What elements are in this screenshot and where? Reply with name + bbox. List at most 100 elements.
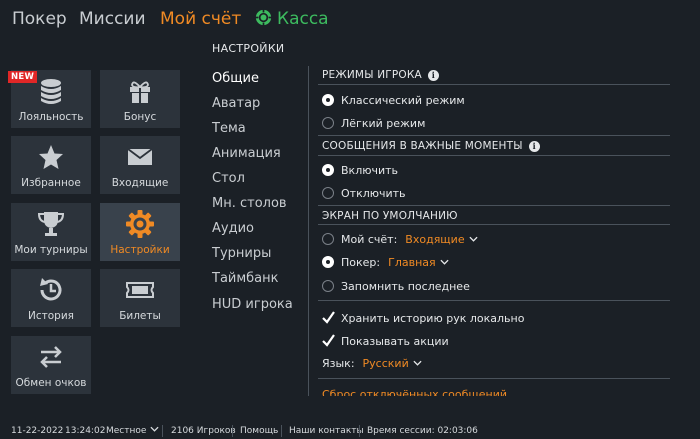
option-label: Отключить [341, 187, 406, 200]
radio-empty-icon [322, 187, 334, 199]
tile-label: Бонус [123, 111, 157, 123]
tile-label: Билеты [119, 310, 161, 322]
checkbox-save-hand-history[interactable]: Хранить историю рук локально [322, 311, 524, 325]
separator [359, 425, 360, 437]
radio-empty-icon [322, 233, 334, 245]
nav-cashier-label: Касса [277, 9, 329, 29]
gear-icon [100, 210, 180, 238]
radio-enable-messages[interactable]: Включить [322, 164, 398, 177]
menu-item-table[interactable]: Стол [212, 171, 245, 186]
player-modes-title-text: РЕЖИМЫ ИГРОКА [322, 69, 422, 81]
option-label: Покер: [341, 256, 381, 269]
envelope-icon [100, 143, 180, 171]
option-label: Хранить историю рук локально [341, 312, 525, 325]
status-date: 11-22-2022 [11, 426, 64, 436]
radio-empty-icon [322, 280, 334, 292]
menu-item-avatar[interactable]: Аватар [212, 96, 260, 111]
divider [318, 378, 670, 379]
option-label: Мой счёт: [341, 233, 398, 246]
info-icon[interactable]: i [427, 70, 439, 81]
checkmark-icon [322, 311, 335, 324]
important-messages-title: СООБЩЕНИЯ В ВАЖНЫЕ МОМЕНТЫ i [322, 140, 540, 152]
divider [318, 205, 670, 206]
tile-label: История [28, 310, 74, 322]
top-navigation: Покер Миссии Мой счёт Касса [0, 0, 700, 40]
tile-points-exchange[interactable]: Обмен очков [11, 336, 91, 394]
tile-tickets[interactable]: Билеты [100, 269, 180, 327]
menu-item-general[interactable]: Общие [212, 71, 259, 86]
divider [308, 66, 309, 396]
exchange-icon [11, 343, 91, 371]
separator [232, 425, 233, 437]
reset-messages-link[interactable]: Сброс отключённых сообщений [322, 388, 507, 396]
player-modes-title: РЕЖИМЫ ИГРОКА i [322, 69, 439, 81]
radio-light-mode[interactable]: Лёгкий режим [322, 117, 425, 130]
tile-label: Входящие [111, 177, 169, 189]
separator [162, 425, 163, 437]
contacts-link[interactable]: Наши контакты [289, 426, 364, 436]
settings-section-title: НАСТРОЙКИ [212, 42, 285, 55]
poker-chip-icon [255, 9, 272, 26]
tile-inbox[interactable]: Входящие [100, 136, 180, 194]
menu-item-tournaments[interactable]: Турниры [212, 246, 271, 261]
status-bar: 11-22-2022 13:24:02 Местное 2106 Игроков… [0, 421, 700, 439]
radio-remember-last[interactable]: Запомнить последнее [322, 280, 470, 293]
checkbox-show-promotions[interactable]: Показывать акции [322, 334, 449, 348]
language-dropdown[interactable]: Русский [363, 357, 422, 370]
gift-icon [100, 77, 180, 105]
menu-item-theme[interactable]: Тема [212, 121, 246, 136]
default-screen-title: ЭКРАН ПО УМОЛЧАНИЮ [322, 210, 458, 222]
language-label: Язык: [322, 357, 355, 370]
radio-selected-icon [322, 94, 334, 106]
important-messages-title-text: СООБЩЕНИЯ В ВАЖНЫЕ МОМЕНТЫ [322, 140, 523, 152]
trophy-icon [11, 210, 91, 238]
dropdown-value: Главная [388, 256, 436, 269]
poker-screen-dropdown[interactable]: Главная [388, 256, 449, 269]
account-screen-dropdown[interactable]: Входящие [405, 233, 478, 246]
tile-favorites[interactable]: Избранное [11, 136, 91, 194]
option-label: Запомнить последнее [341, 280, 470, 293]
option-label: Классический режим [341, 94, 465, 107]
language-row: Язык: Русский [322, 357, 422, 370]
ticket-icon [100, 276, 180, 304]
history-icon [11, 276, 91, 304]
menu-item-hud[interactable]: HUD игрока [212, 297, 293, 312]
status-time: 13:24:02 [65, 426, 106, 436]
option-label: Лёгкий режим [341, 117, 426, 130]
tile-label: Обмен очков [15, 377, 87, 389]
divider [318, 135, 670, 136]
radio-disable-messages[interactable]: Отключить [322, 187, 406, 200]
status-players: 2106 Игроков [171, 426, 236, 436]
tile-label: Избранное [21, 177, 81, 189]
chevron-down-icon [440, 259, 449, 265]
timezone-dropdown[interactable]: Местное [106, 426, 159, 436]
tile-history[interactable]: История [11, 269, 91, 327]
tile-label: Мои турниры [14, 244, 88, 256]
tile-bonus[interactable]: Бонус [100, 70, 180, 128]
menu-item-audio[interactable]: Аудио [212, 221, 254, 236]
radio-default-account[interactable]: Мой счёт: Входящие [322, 233, 478, 246]
checkmark-icon [322, 334, 335, 347]
menu-item-animation[interactable]: Анимация [212, 146, 281, 161]
dropdown-value: Входящие [405, 233, 465, 246]
radio-default-poker[interactable]: Покер: Главная [322, 256, 449, 269]
divider [318, 84, 670, 85]
info-icon[interactable]: i [528, 141, 540, 152]
new-badge: NEW [8, 71, 38, 83]
nav-account[interactable]: Мой счёт [160, 9, 241, 29]
help-link[interactable]: Помощь [240, 426, 278, 436]
radio-classic-mode[interactable]: Классический режим [322, 94, 465, 107]
nav-missions[interactable]: Миссии [79, 9, 146, 29]
nav-poker[interactable]: Покер [12, 9, 67, 29]
session-time: Время сессии: 02:03:06 [367, 426, 478, 436]
radio-selected-icon [322, 256, 334, 268]
radio-empty-icon [322, 117, 334, 129]
chevron-down-icon [150, 426, 159, 432]
tile-label: Лояльность [18, 111, 84, 123]
tile-settings[interactable]: Настройки [100, 203, 180, 261]
menu-item-timebank[interactable]: Таймбанк [212, 271, 279, 286]
menu-item-multitable[interactable]: Мн. столов [212, 196, 287, 211]
nav-cashier[interactable]: Касса [255, 9, 329, 29]
radio-selected-icon [322, 164, 334, 176]
tile-my-tournaments[interactable]: Мои турниры [11, 203, 91, 261]
